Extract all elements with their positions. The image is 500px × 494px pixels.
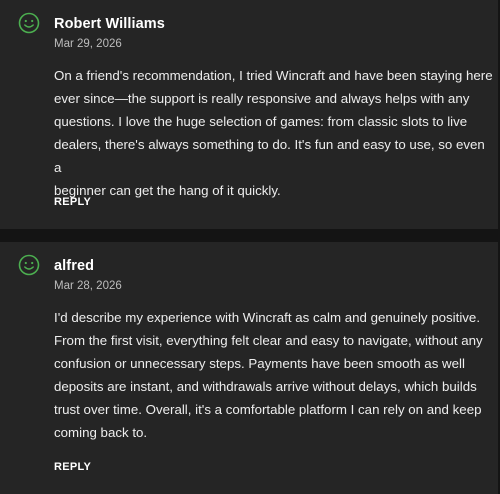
comment-line: I'd describe my experience with Wincraft… <box>54 310 481 325</box>
comment-line: confusion or unnecessary steps. Payments… <box>54 356 465 371</box>
reply-button[interactable]: REPLY <box>54 461 91 473</box>
comment-line: From the first visit, everything felt cl… <box>54 333 483 348</box>
comment-body: On a friend's recommendation, I tried Wi… <box>54 64 494 202</box>
comment-body: I'd describe my experience with Wincraft… <box>54 306 494 444</box>
smiley-icon <box>18 12 40 34</box>
comment-card: alfred Mar 28, 2026 I'd describe my expe… <box>0 242 498 494</box>
comment-author: alfred <box>54 258 95 274</box>
comment-line: dealers, there's always something to do.… <box>54 137 485 175</box>
comment-line: questions. I love the huge selection of … <box>54 114 468 129</box>
comment-line: coming back to. <box>54 425 148 440</box>
smiley-icon <box>18 254 40 276</box>
comment-date: Mar 29, 2026 <box>54 38 122 50</box>
comment-line: trust over time. Overall, it's a comfort… <box>54 402 482 417</box>
comments-feed: Robert Williams Mar 29, 2026 On a friend… <box>0 0 500 494</box>
comment-line: deposits are instant, and withdrawals ar… <box>54 379 477 394</box>
reply-button[interactable]: REPLY <box>54 196 91 208</box>
comment-line: ever since—the support is really respons… <box>54 91 470 106</box>
comment-card: Robert Williams Mar 29, 2026 On a friend… <box>0 0 498 229</box>
comment-author: Robert Williams <box>54 16 165 32</box>
comment-date: Mar 28, 2026 <box>54 280 122 292</box>
comment-line: On a friend's recommendation, I tried Wi… <box>54 68 493 83</box>
